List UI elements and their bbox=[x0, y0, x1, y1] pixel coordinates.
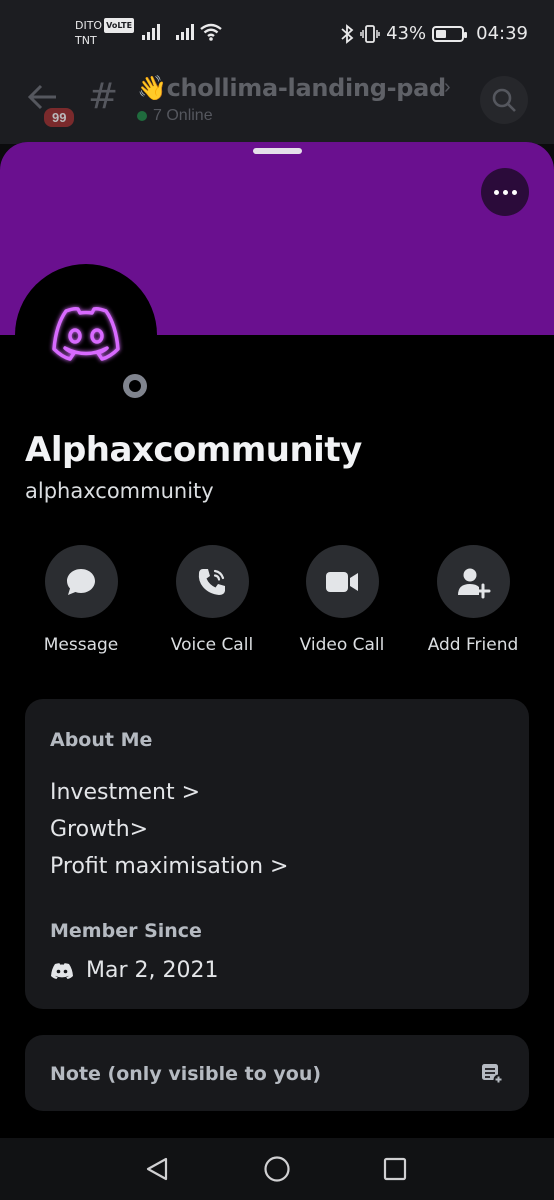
message-circle[interactable] bbox=[44, 545, 118, 618]
add-note-icon[interactable] bbox=[480, 1061, 504, 1085]
drag-handle[interactable] bbox=[253, 148, 302, 154]
discord-icon bbox=[51, 962, 73, 979]
bio-line: Investment > bbox=[50, 780, 201, 805]
member-since-title: Member Since bbox=[50, 920, 202, 942]
member-since: Mar 2, 2021 bbox=[50, 958, 218, 983]
about-me-title: About Me bbox=[50, 729, 153, 751]
video-camera-icon bbox=[326, 571, 358, 592]
add-friend-button[interactable]: Add Friend bbox=[408, 545, 538, 655]
bluetooth-icon bbox=[341, 23, 354, 44]
message-label: Message bbox=[43, 635, 119, 655]
volte-badge: VoLTE bbox=[104, 18, 135, 33]
discord-logo-icon bbox=[52, 307, 120, 361]
online-dot-icon bbox=[137, 111, 147, 121]
username: alphaxcommunity bbox=[25, 479, 214, 503]
channel-name[interactable]: 👋chollima-landing-pad bbox=[137, 74, 446, 102]
online-text: 7 Online bbox=[153, 107, 213, 124]
nav-back-button[interactable] bbox=[142, 1154, 172, 1184]
hash-icon: # bbox=[88, 76, 119, 117]
search-icon bbox=[492, 88, 516, 112]
online-count: 7 Online bbox=[137, 107, 213, 125]
battery-icon bbox=[432, 25, 468, 42]
bio-line: Profit maximisation > bbox=[50, 854, 289, 879]
signal-strength-icon bbox=[176, 24, 194, 40]
voice-call-circle[interactable] bbox=[175, 545, 249, 618]
profile-actions: Message Voice Call Video Call Add Friend bbox=[0, 545, 554, 665]
display-name: Alphaxcommunity bbox=[25, 430, 362, 470]
circle-home-icon bbox=[264, 1156, 290, 1182]
voice-call-label: Voice Call bbox=[170, 635, 254, 655]
wave-emoji: 👋 bbox=[137, 74, 167, 102]
add-friend-circle[interactable] bbox=[436, 545, 510, 618]
note-card[interactable]: Note (only visible to you) bbox=[25, 1035, 529, 1111]
clock: 04:39 bbox=[476, 23, 528, 44]
profile-sheet: Alphaxcommunity alphaxcommunity Message … bbox=[0, 142, 554, 1138]
dot bbox=[511, 189, 517, 195]
bio-line: Growth> bbox=[50, 817, 149, 842]
chevron-right-icon: › bbox=[444, 76, 451, 98]
nav-home-button[interactable] bbox=[262, 1154, 292, 1184]
navigation-bar bbox=[0, 1138, 554, 1200]
note-title: Note (only visible to you) bbox=[50, 1063, 322, 1085]
voice-call-button[interactable]: Voice Call bbox=[147, 545, 277, 655]
square-recents-icon bbox=[383, 1157, 407, 1181]
triangle-back-icon bbox=[146, 1157, 168, 1181]
add-friend-label: Add Friend bbox=[427, 635, 519, 655]
carrier-tnt: TNT bbox=[75, 34, 97, 47]
dot bbox=[502, 189, 508, 195]
signal-indicators bbox=[142, 24, 196, 40]
add-friend-icon bbox=[458, 568, 491, 598]
carrier-dito: DITO bbox=[75, 19, 103, 32]
carrier-info: DITO VoLTE TNT bbox=[75, 18, 135, 48]
status-bar: DITO VoLTE TNT 43% 04:39 bbox=[0, 0, 554, 64]
nav-recents-button[interactable] bbox=[380, 1154, 410, 1184]
video-call-circle[interactable] bbox=[305, 545, 379, 618]
message-icon bbox=[67, 568, 95, 595]
battery-percent: 43% bbox=[386, 23, 427, 44]
signal-strength-icon bbox=[142, 24, 160, 40]
channel-name-text: chollima-landing-pad bbox=[166, 74, 447, 102]
member-since-date: Mar 2, 2021 bbox=[86, 958, 219, 983]
vibrate-icon bbox=[360, 24, 380, 43]
phone-icon bbox=[198, 568, 225, 595]
offline-status-icon bbox=[123, 374, 147, 398]
dot bbox=[493, 189, 499, 195]
search-button[interactable] bbox=[480, 76, 528, 124]
video-call-label: Video Call bbox=[299, 635, 385, 655]
wifi-icon bbox=[200, 23, 222, 41]
unread-badge: 99 bbox=[42, 106, 77, 129]
video-call-button[interactable]: Video Call bbox=[277, 545, 407, 655]
about-me-card: About Me Investment > Growth> Profit max… bbox=[25, 699, 529, 1009]
more-options-button[interactable] bbox=[481, 168, 529, 216]
about-me-text: Investment > Growth> Profit maximisation… bbox=[50, 774, 288, 885]
message-button[interactable]: Message bbox=[16, 545, 146, 655]
status-right: 43% 04:39 bbox=[340, 23, 528, 44]
channel-header: 99 # 👋chollima-landing-pad › 7 Online bbox=[0, 64, 554, 144]
